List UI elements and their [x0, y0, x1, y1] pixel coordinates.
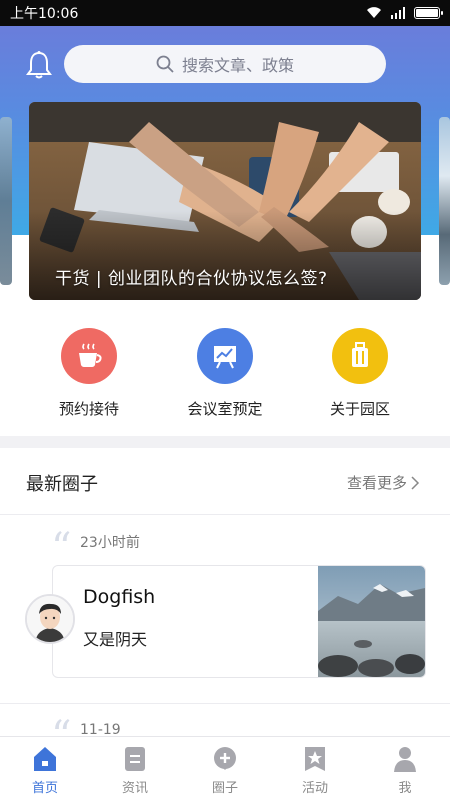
- nav-label: 我: [398, 781, 412, 796]
- carousel-prev-card[interactable]: [0, 117, 12, 285]
- carousel-next-card[interactable]: [439, 117, 450, 285]
- event-star-icon: [305, 747, 325, 771]
- post-card[interactable]: Dogfish 又是阴天: [52, 565, 426, 678]
- quote-icon: “: [51, 525, 72, 571]
- post-text: 又是阴天: [83, 630, 148, 649]
- nav-home[interactable]: 首页: [0, 737, 90, 800]
- status-bar: 上午10:06: [0, 0, 450, 26]
- quick-action-label: 关于园区: [329, 400, 390, 418]
- reception-booking-button[interactable]: 预约接待: [29, 328, 149, 419]
- presentation-board-icon: [197, 328, 253, 384]
- post-image[interactable]: [318, 566, 425, 678]
- news-icon: [125, 747, 145, 771]
- quick-action-label: 会议室预定: [187, 400, 263, 418]
- signal-icon: [391, 7, 405, 19]
- avatar[interactable]: [25, 594, 75, 644]
- divider: [0, 514, 450, 515]
- bell-icon[interactable]: [26, 50, 52, 80]
- nav-profile[interactable]: 我: [360, 737, 450, 800]
- nav-events[interactable]: 活动: [270, 737, 360, 800]
- coffee-cup-icon: [61, 328, 117, 384]
- home-icon: [34, 747, 56, 771]
- see-more-link[interactable]: 查看更多: [347, 472, 420, 493]
- meeting-room-booking-button[interactable]: 会议室预定: [165, 328, 285, 419]
- post-author: Dogfish: [83, 586, 156, 608]
- circle-icon: [214, 747, 236, 770]
- luggage-icon: [332, 328, 388, 384]
- battery-icon: [414, 7, 443, 19]
- see-more-label: 查看更多: [346, 474, 407, 492]
- status-time: 上午10:06: [10, 6, 79, 22]
- search-placeholder: 搜索文章、政策: [181, 56, 294, 75]
- search-icon: [156, 55, 174, 73]
- chevron-right-icon: [411, 475, 420, 490]
- nav-label: 资讯: [121, 781, 148, 796]
- avatar-image: [27, 596, 73, 642]
- search-input[interactable]: 搜索文章、政策: [64, 45, 386, 83]
- section-divider: [0, 436, 450, 448]
- bottom-nav: 首页 资讯 圈子 活动 我: [0, 736, 450, 800]
- nav-label: 圈子: [211, 781, 238, 796]
- nav-label: 活动: [301, 781, 328, 796]
- wifi-icon: [367, 7, 381, 19]
- quick-action-label: 预约接待: [58, 400, 119, 418]
- post-timestamp: 23小时前: [80, 535, 140, 551]
- section-title: 最新圈子: [26, 474, 98, 495]
- nav-label: 首页: [31, 781, 58, 796]
- banner-caption: 干货 | 创业团队的合伙协议怎么签?: [55, 269, 328, 289]
- about-park-button[interactable]: 关于园区: [300, 328, 420, 419]
- status-icons: [366, 7, 443, 19]
- nav-news[interactable]: 资讯: [90, 737, 180, 800]
- nav-circle[interactable]: 圈子: [180, 737, 270, 800]
- divider: [0, 703, 450, 704]
- person-icon: [394, 747, 416, 772]
